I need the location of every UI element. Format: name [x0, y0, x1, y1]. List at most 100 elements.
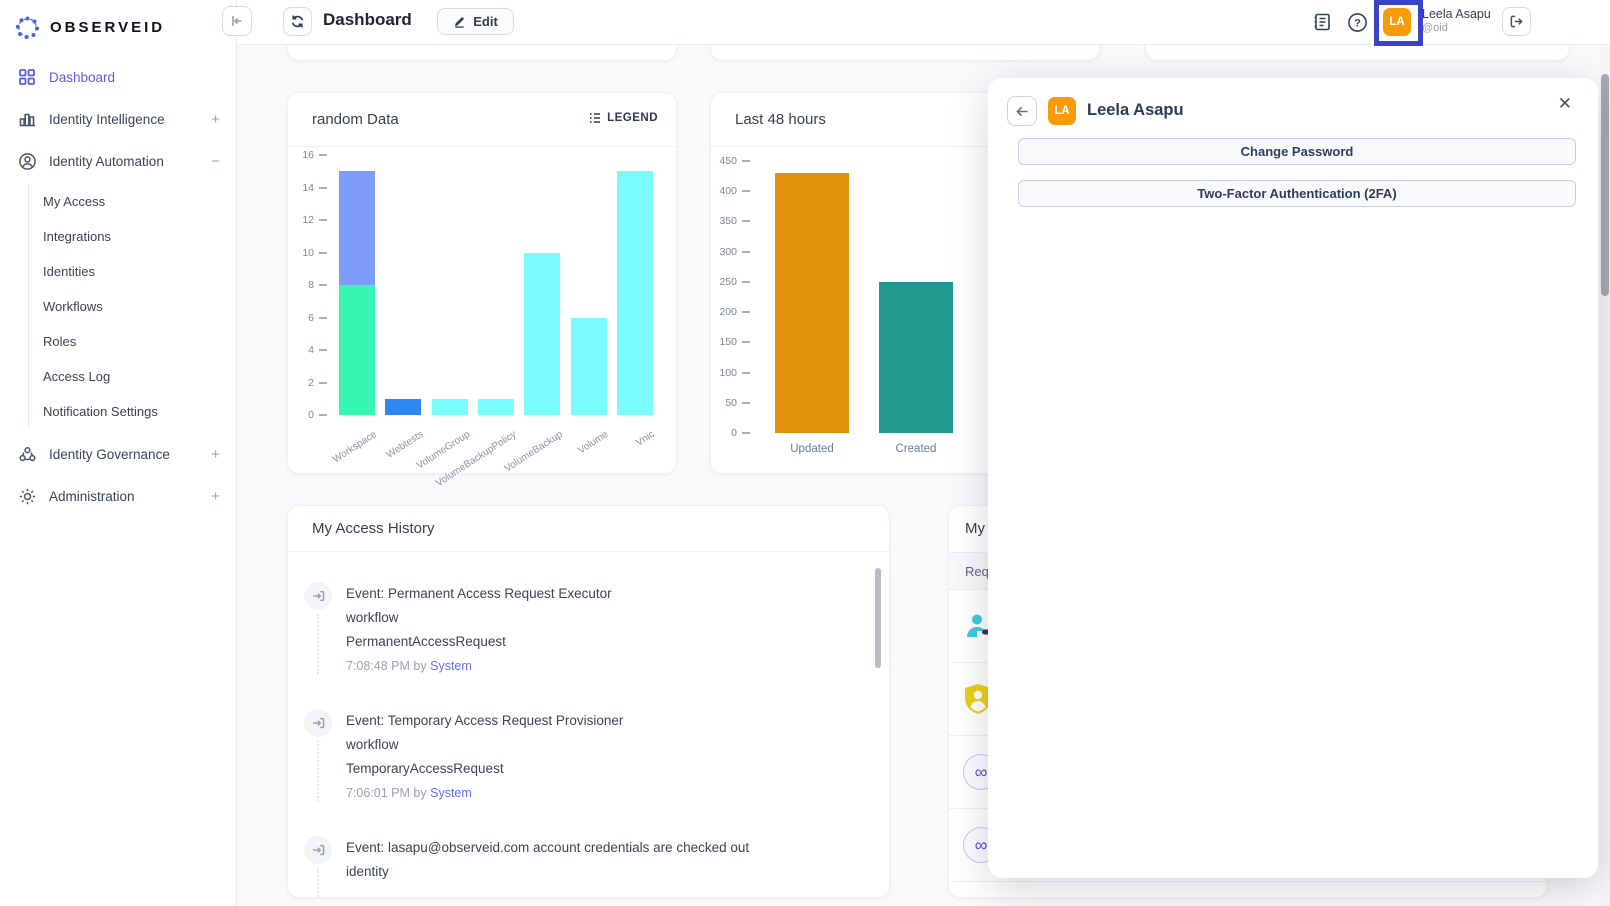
logout-button[interactable] — [1502, 7, 1531, 36]
y-axis-tick: 8 — [308, 279, 334, 291]
login-icon — [304, 709, 332, 737]
collapse-minus-icon[interactable]: − — [211, 153, 220, 170]
plot-area: 0246810121416 — [334, 155, 658, 415]
access-history-scrollbar[interactable] — [875, 568, 881, 668]
bars-group — [334, 155, 658, 415]
sidebar-item-label: Workflows — [43, 299, 103, 314]
edit-button[interactable]: Edit — [437, 8, 514, 35]
back-button[interactable] — [1007, 96, 1037, 126]
identity-automation-submenu: My Access Integrations Identities Workfl… — [28, 184, 236, 429]
bar-volume — [571, 155, 607, 415]
brand-name: OBSERVEID — [50, 19, 165, 36]
arrow-left-icon — [1015, 104, 1030, 119]
bar-workspace — [339, 155, 375, 415]
sidebar-item-dashboard[interactable]: Dashboard — [0, 56, 236, 98]
refresh-button[interactable] — [283, 7, 312, 36]
y-axis-tick: 10 — [302, 247, 334, 259]
event-title: Event: lasapu@observeid.com account cred… — [346, 836, 749, 860]
access-history-event[interactable]: Event: Permanent Access Request Executor… — [304, 582, 865, 678]
grid-icon — [17, 67, 37, 87]
partial-card-top-left — [287, 45, 677, 61]
sidebar-item-identities[interactable]: Identities — [43, 254, 236, 289]
x-axis-label: Created — [896, 443, 937, 455]
x-axis-label: Workspace — [331, 429, 379, 465]
sidebar-item-label: Identity Intelligence — [49, 112, 165, 127]
event-timestamp: 7:06:01 PM by System — [346, 781, 623, 805]
access-history-event[interactable]: Event: Temporary Access Request Provisio… — [304, 709, 865, 805]
y-axis-tick: 100 — [719, 367, 757, 379]
sidebar-item-access-log[interactable]: Access Log — [43, 359, 236, 394]
expand-plus-icon[interactable]: + — [211, 488, 220, 505]
legend-button[interactable]: LEGEND — [589, 112, 658, 124]
observeid-logo-icon — [14, 14, 41, 41]
logout-icon — [1509, 14, 1524, 29]
sidebar-item-label: My Access — [43, 194, 105, 209]
y-axis-tick: 0 — [731, 427, 757, 439]
change-password-button[interactable]: Change Password — [1018, 138, 1576, 165]
header-user-name: Leela Asapu — [1422, 7, 1491, 21]
profile-panel: LA Leela Asapu ✕ Change Password Two-Fac… — [988, 78, 1598, 878]
sidebar-collapse-button[interactable] — [222, 6, 252, 36]
sidebar: OBSERVEID Dashboard Identity Intelligenc… — [0, 0, 237, 906]
partial-card-top-middle — [710, 45, 1100, 61]
pencil-icon — [453, 15, 466, 28]
access-history-card: My Access History Event: Permanent Acces… — [287, 505, 890, 898]
sidebar-nav: Dashboard Identity Intelligence + Identi… — [0, 56, 236, 517]
bar-updated — [775, 161, 849, 433]
event-actor-link[interactable]: System — [430, 786, 472, 800]
y-axis-tick: 16 — [302, 149, 334, 161]
header-user-handle: @oid — [1422, 22, 1448, 34]
x-axis-label: Vnic — [635, 429, 657, 449]
sidebar-item-identity-intelligence[interactable]: Identity Intelligence + — [0, 98, 236, 140]
help-button[interactable]: ? — [1346, 11, 1368, 33]
event-time: 7:08:48 PM — [346, 659, 410, 673]
help-icon: ? — [1347, 12, 1368, 33]
bar-vnic — [617, 155, 653, 415]
sidebar-item-workflows[interactable]: Workflows — [43, 289, 236, 324]
event-title: Event: Temporary Access Request Provisio… — [346, 709, 623, 733]
login-icon — [304, 836, 332, 864]
partial-card-top-right — [1145, 45, 1570, 61]
profile-name: Leela Asapu — [1087, 101, 1184, 120]
y-axis-tick: 300 — [719, 246, 757, 258]
y-axis-tick: 50 — [725, 397, 757, 409]
event-type: workflow — [346, 606, 612, 630]
people-cluster-icon — [17, 444, 37, 464]
page-scrollbar-thumb[interactable] — [1601, 74, 1609, 296]
chart-card-random-data: random Data LEGEND 0246810121416 Workspa… — [287, 92, 677, 474]
sidebar-item-my-access[interactable]: My Access — [43, 184, 236, 219]
event-actor-link[interactable]: System — [430, 659, 472, 673]
x-axis-labels: WorkspaceWebtestsVolumeGroupVolumeBackup… — [334, 423, 658, 479]
page-scrollbar-track[interactable] — [1600, 46, 1610, 906]
legend-list-icon — [589, 112, 601, 124]
event-type: workflow — [346, 733, 623, 757]
expand-plus-icon[interactable]: + — [211, 446, 220, 463]
gear-icon — [17, 486, 37, 506]
sidebar-item-roles[interactable]: Roles — [43, 324, 236, 359]
sidebar-item-integrations[interactable]: Integrations — [43, 219, 236, 254]
collapse-left-icon — [230, 14, 244, 28]
brand-logo: OBSERVEID — [0, 0, 236, 44]
access-history-event[interactable]: Event: lasapu@observeid.com account cred… — [304, 836, 865, 884]
sidebar-item-notification-settings[interactable]: Notification Settings — [43, 394, 236, 429]
close-icon[interactable]: ✕ — [1558, 94, 1572, 114]
sidebar-item-identity-automation[interactable]: Identity Automation − — [0, 140, 236, 182]
timeline-connector — [317, 868, 319, 898]
event-time: 7:06:01 PM — [346, 786, 410, 800]
event-by-label: by — [413, 659, 426, 673]
two-factor-auth-button[interactable]: Two-Factor Authentication (2FA) — [1018, 180, 1576, 207]
user-avatar[interactable]: LA — [1383, 8, 1411, 36]
sidebar-item-identity-governance[interactable]: Identity Governance + — [0, 433, 236, 475]
user-circle-icon — [17, 151, 37, 171]
refresh-icon — [290, 14, 305, 29]
chart-title: Last 48 hours — [735, 111, 826, 128]
bar-volumebackup — [524, 155, 560, 415]
event-by-label: by — [413, 786, 426, 800]
card-header: My Access History — [288, 506, 889, 552]
expand-plus-icon[interactable]: + — [211, 111, 220, 128]
sidebar-item-label: Identity Automation — [49, 154, 164, 169]
sidebar-item-administration[interactable]: Administration + — [0, 475, 236, 517]
audit-log-button[interactable] — [1311, 11, 1333, 33]
bar-chart-icon — [17, 109, 37, 129]
legend-button-label: LEGEND — [607, 112, 658, 124]
